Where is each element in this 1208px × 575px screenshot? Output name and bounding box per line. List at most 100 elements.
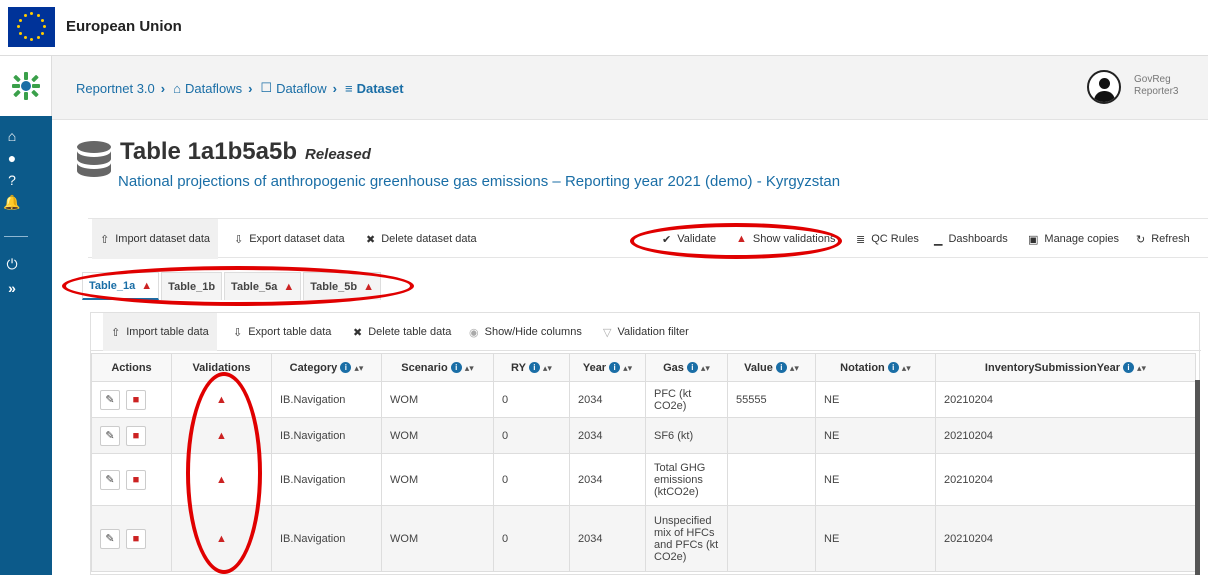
trash-icon[interactable]: ■ [126,528,146,549]
cell-category[interactable]: IB.Navigation [271,417,382,454]
cell-year[interactable]: 2034 [569,505,646,572]
table-row[interactable]: ✎ ■ ▲ IB.Navigation WOM 0 2034 Unspecifie… [91,505,1196,572]
info-icon[interactable]: i [340,361,352,373]
user-name[interactable]: GovReg Reporter3 [1134,74,1178,98]
cell-value[interactable]: 55555 [727,381,816,418]
info-icon[interactable]: i [1123,361,1135,373]
sort-icon[interactable]: ▴▾ [623,363,632,373]
import-dataset-button[interactable]: ⇧ Import dataset data [92,219,218,259]
trash-icon[interactable]: ■ [126,389,146,410]
row-validation[interactable]: ▲ [171,381,272,418]
home-icon[interactable]: ⌂ [0,128,24,144]
cell-inventory-submission-year[interactable]: 20210204 [935,417,1196,454]
warning-icon[interactable]: ▲ [216,394,227,406]
info-icon[interactable]: i [450,361,462,373]
edit-icon[interactable]: ✎ [100,469,120,490]
info-icon[interactable]: i [775,361,787,373]
table-row[interactable]: ✎ ■ ▲ IB.Navigation WOM 0 2034 PFC (kt CO… [91,381,1196,418]
sort-icon[interactable]: ▴▾ [354,363,363,373]
trash-icon[interactable]: ■ [126,469,146,490]
tab-table-1b[interactable]: Table_1b [161,272,223,300]
validate-button[interactable]: ✔ Validate [662,219,716,259]
power-icon[interactable]: ⏻ [0,256,24,273]
export-dataset-button[interactable]: ⇩ Export dataset data [234,219,345,259]
user-icon[interactable]: ● [0,150,24,166]
expand-icon[interactable]: » [0,280,24,296]
cell-scenario[interactable]: WOM [381,453,494,506]
col-inventory-submission-year[interactable]: InventorySubmissionYear i ▴▾ [935,353,1196,382]
col-ry[interactable]: RY i ▴▾ [493,353,570,382]
refresh-button[interactable]: ↻ Refresh [1136,219,1190,259]
table-row[interactable]: ✎ ■ ▲ IB.Navigation WOM 0 2034 SF6 (kt) N… [91,417,1196,454]
dashboards-button[interactable]: ▁ Dashboards [934,219,1008,259]
qc-rules-button[interactable]: ≣ QC Rules [856,219,919,259]
cell-gas[interactable]: PFC (kt CO2e) [645,381,728,418]
cell-scenario[interactable]: WOM [381,417,494,454]
cell-value[interactable] [727,453,816,506]
cell-year[interactable]: 2034 [569,381,646,418]
tab-table-5a[interactable]: Table_5a ▲ [224,272,302,300]
sort-icon[interactable]: ▴▾ [1137,363,1146,373]
breadcrumb-dataflows[interactable]: Dataflows [185,81,242,96]
cell-category[interactable]: IB.Navigation [271,453,382,506]
table-row[interactable]: ✎ ■ ▲ IB.Navigation WOM 0 2034 Total GHG … [91,453,1196,506]
cell-ry[interactable]: 0 [493,381,570,418]
show-validations-button[interactable]: ▲ Show validations [736,219,835,259]
sort-icon[interactable]: ▴▾ [543,363,552,373]
cell-notation[interactable]: NE [815,381,936,418]
breadcrumb-dataflow[interactable]: Dataflow [276,81,327,96]
cell-ry[interactable]: 0 [493,417,570,454]
bell-icon[interactable]: 🔔 [0,194,24,211]
row-validation[interactable]: ▲ [171,417,272,454]
col-category[interactable]: Category i ▴▾ [271,353,382,382]
sort-icon[interactable]: ▴▾ [701,363,710,373]
info-icon[interactable]: i [686,361,698,373]
tab-table-5b[interactable]: Table_5b ▲ [303,272,381,300]
edit-icon[interactable]: ✎ [100,389,120,410]
help-icon[interactable]: ? [0,172,24,188]
warning-icon[interactable]: ▲ [216,430,227,442]
edit-icon[interactable]: ✎ [100,528,120,549]
cell-ry[interactable]: 0 [493,453,570,506]
row-validation[interactable]: ▲ [171,453,272,506]
cell-value[interactable] [727,505,816,572]
manage-copies-button[interactable]: ▣ Manage copies [1028,219,1119,259]
cell-gas[interactable]: Unspecified mix of HFCs and PFCs (kt CO2… [645,505,728,572]
sort-icon[interactable]: ▴▾ [790,363,799,373]
cell-notation[interactable]: NE [815,417,936,454]
export-table-button[interactable]: ⇩ Export table data [233,313,331,351]
col-notation[interactable]: Notation i ▴▾ [815,353,936,382]
cell-scenario[interactable]: WOM [381,381,494,418]
cell-notation[interactable]: NE [815,505,936,572]
cell-category[interactable]: IB.Navigation [271,505,382,572]
validation-filter-button[interactable]: ▽ Validation filter [603,313,689,351]
tab-table-1a[interactable]: Table_1a ▲ [82,272,160,300]
cell-scenario[interactable]: WOM [381,505,494,572]
cell-year[interactable]: 2034 [569,453,646,506]
row-validation[interactable]: ▲ [171,505,272,572]
col-year[interactable]: Year i ▴▾ [569,353,646,382]
cell-inventory-submission-year[interactable]: 20210204 [935,381,1196,418]
delete-dataset-button[interactable]: ✖ Delete dataset data [366,219,477,259]
cell-value[interactable] [727,417,816,454]
sort-icon[interactable]: ▴▾ [465,363,474,373]
edit-icon[interactable]: ✎ [100,425,120,446]
cell-year[interactable]: 2034 [569,417,646,454]
warning-icon[interactable]: ▲ [216,533,227,545]
import-table-button[interactable]: ⇧ Import table data [103,313,217,351]
cell-gas[interactable]: SF6 (kt) [645,417,728,454]
col-scenario[interactable]: Scenario i ▴▾ [381,353,494,382]
cell-inventory-submission-year[interactable]: 20210204 [935,453,1196,506]
info-icon[interactable]: i [528,361,540,373]
cell-gas[interactable]: Total GHG emissions (ktCO2e) [645,453,728,506]
show-hide-columns-button[interactable]: ◉ Show/Hide columns [469,313,582,351]
cell-notation[interactable]: NE [815,453,936,506]
avatar[interactable] [1087,70,1121,104]
col-gas[interactable]: Gas i ▴▾ [645,353,728,382]
cell-category[interactable]: IB.Navigation [271,381,382,418]
trash-icon[interactable]: ■ [126,425,146,446]
reportnet-logo[interactable] [0,56,52,116]
col-value[interactable]: Value i ▴▾ [727,353,816,382]
info-icon[interactable]: i [887,361,899,373]
info-icon[interactable]: i [609,361,621,373]
